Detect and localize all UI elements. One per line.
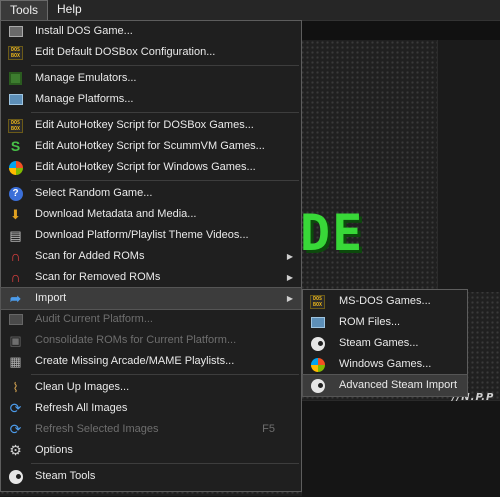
menu-bar: Tools Help	[0, 0, 500, 21]
menu-item-edit-autohotkey-script-for-dosbox-games[interactable]: DOS BOX Edit AutoHotkey Script for DOSBox …	[1, 115, 301, 136]
menu-item-label: Download Metadata and Media...	[35, 208, 197, 220]
menu-item-download-metadata-and-media[interactable]: ⬇ Download Metadata and Media...	[1, 204, 301, 225]
broom-icon: ⌇	[12, 380, 19, 395]
menu-separator	[31, 180, 299, 181]
import-arrow-icon: ➦	[10, 291, 21, 306]
submenu-item-steam-games[interactable]: Steam Games...	[303, 333, 467, 354]
menu-item-scan-for-added-roms[interactable]: ∩ Scan for Added ROMs ▶	[1, 246, 301, 267]
menu-item-label: Refresh Selected Images	[35, 423, 159, 435]
import-submenu: DOS BOX MS-DOS Games... ROM Files... Steam G…	[302, 289, 468, 397]
menu-item-label: Clean Up Images...	[35, 381, 130, 393]
submenu-item-label: Windows Games...	[339, 358, 432, 370]
refresh-icon: ⟳	[9, 400, 22, 416]
submenu-arrow-icon: ▶	[286, 273, 293, 282]
magnet-icon: ∩	[10, 269, 21, 285]
menu-item-manage-platforms[interactable]: Manage Platforms...	[1, 89, 301, 110]
gear-icon: ⚙	[9, 442, 22, 458]
menu-item-import[interactable]: ➦ Import ▶	[0, 287, 302, 310]
submenu-arrow-icon: ▶	[286, 252, 293, 261]
menu-item-audit-current-platform: Audit Current Platform...	[1, 309, 301, 330]
steam-icon	[310, 378, 325, 393]
menu-item-download-platform-playlist-theme-videos[interactable]: ▤ Download Platform/Playlist Theme Videos…	[1, 225, 301, 246]
bottom-panel	[302, 400, 500, 497]
windows-icon	[310, 357, 325, 372]
menu-item-label: Edit Default DOSBox Configuration...	[35, 46, 216, 58]
menu-item-label: Manage Emulators...	[35, 72, 137, 84]
menu-item-label: Select Random Game...	[35, 187, 153, 199]
film-icon: ▤	[9, 228, 22, 243]
menu-item-label: Steam Tools	[35, 470, 96, 482]
menu-item-label: Edit AutoHotkey Script for ScummVM Games…	[35, 140, 265, 152]
menu-tools[interactable]: Tools	[0, 0, 49, 20]
menu-item-manage-emulators[interactable]: Manage Emulators...	[1, 68, 301, 89]
menu-item-refresh-all-images[interactable]: ⟳ Refresh All Images	[1, 398, 301, 419]
audit-icon	[8, 312, 23, 327]
menu-item-create-missing-arcade-mame-playlists[interactable]: ▦ Create Missing Arcade/MAME Playlists...	[1, 351, 301, 372]
menu-item-label: Options	[35, 444, 73, 456]
menu-item-refresh-selected-images: ⟳ Refresh Selected Images F5	[1, 419, 301, 440]
shortcut-label: F5	[262, 423, 275, 435]
menu-item-clean-up-images[interactable]: ⌇ Clean Up Images...	[1, 377, 301, 398]
menu-item-label: Refresh All Images	[35, 402, 128, 414]
menu-item-label: Consolidate ROMs for Current Platform...	[35, 334, 237, 346]
steam-icon	[310, 336, 325, 351]
question-icon: ?	[8, 186, 23, 201]
menu-item-install-dos-game[interactable]: Install DOS Game...	[1, 21, 301, 42]
menu-item-edit-autohotkey-script-for-scummvm-games[interactable]: S Edit AutoHotkey Script for ScummVM Game…	[1, 136, 301, 157]
menu-item-scan-for-removed-roms[interactable]: ∩ Scan for Removed ROMs ▶	[1, 267, 301, 288]
install-icon	[8, 24, 23, 39]
menu-item-steam-tools[interactable]: Steam Tools	[1, 466, 301, 487]
download-icon: ⬇	[10, 207, 21, 222]
magnet-icon: ∩	[10, 248, 21, 264]
menu-item-label: Scan for Added ROMs	[35, 250, 145, 262]
submenu-item-label: Steam Games...	[339, 337, 419, 349]
menu-item-edit-autohotkey-script-for-windows-games[interactable]: Edit AutoHotkey Script for Windows Games…	[1, 157, 301, 178]
menu-item-label: Import	[35, 292, 67, 304]
scummvm-icon: S	[10, 138, 21, 154]
submenu-item-label: MS-DOS Games...	[339, 295, 431, 307]
menu-item-label: Edit AutoHotkey Script for DOSBox Games.…	[35, 119, 254, 131]
submenu-arrow-icon: ▶	[286, 294, 293, 303]
submenu-item-windows-games[interactable]: Windows Games...	[303, 354, 467, 375]
menu-item-label: Edit AutoHotkey Script for Windows Games…	[35, 161, 256, 173]
submenu-item-advanced-steam-import[interactable]: Advanced Steam Import	[302, 374, 468, 397]
menu-item-options[interactable]: ⚙ Options	[1, 440, 301, 461]
monitor-icon	[310, 315, 325, 330]
menu-separator	[31, 65, 299, 66]
menu-item-label: Audit Current Platform...	[35, 313, 153, 325]
menu-item-edit-default-dosbox-configuration[interactable]: DOS BOX Edit Default DOSBox Configuration.…	[1, 42, 301, 63]
submenu-item-label: Advanced Steam Import	[339, 379, 458, 391]
menu-separator	[31, 374, 299, 375]
chip-icon	[8, 71, 23, 86]
consolidate-icon: ▣	[9, 333, 22, 348]
menu-item-label: Install DOS Game...	[35, 25, 133, 37]
menu-item-label: Manage Platforms...	[35, 93, 134, 105]
tools-menu: Install DOS Game... DOS BOX Edit Default DO…	[0, 20, 302, 492]
playlist-icon: ▦	[9, 354, 22, 369]
menu-separator	[31, 463, 299, 464]
submenu-item-ms-dos-games[interactable]: DOS BOX MS-DOS Games...	[303, 291, 467, 312]
dosbox-icon: DOS BOX	[8, 45, 23, 60]
refresh-icon: ⟳	[9, 421, 22, 437]
platform-logo-text: DE	[300, 204, 365, 262]
menu-item-label: Create Missing Arcade/MAME Playlists...	[35, 355, 235, 367]
dosbox-icon: DOS BOX	[8, 118, 23, 133]
submenu-item-label: ROM Files...	[339, 316, 401, 328]
menu-item-label: Scan for Removed ROMs	[35, 271, 161, 283]
menu-help[interactable]: Help	[48, 0, 91, 19]
menu-item-select-random-game[interactable]: ? Select Random Game...	[1, 183, 301, 204]
top-band	[302, 20, 500, 40]
submenu-item-rom-files[interactable]: ROM Files...	[303, 312, 467, 333]
windows-icon	[8, 160, 23, 175]
monitor-icon	[8, 92, 23, 107]
steam-icon	[8, 469, 23, 484]
details-panel	[437, 40, 500, 292]
dosbox-icon: DOS BOX	[310, 294, 325, 309]
menu-item-consolidate-roms-for-current-platform: ▣ Consolidate ROMs for Current Platform..…	[1, 330, 301, 351]
menu-separator	[31, 112, 299, 113]
menu-item-label: Download Platform/Playlist Theme Videos.…	[35, 229, 249, 241]
